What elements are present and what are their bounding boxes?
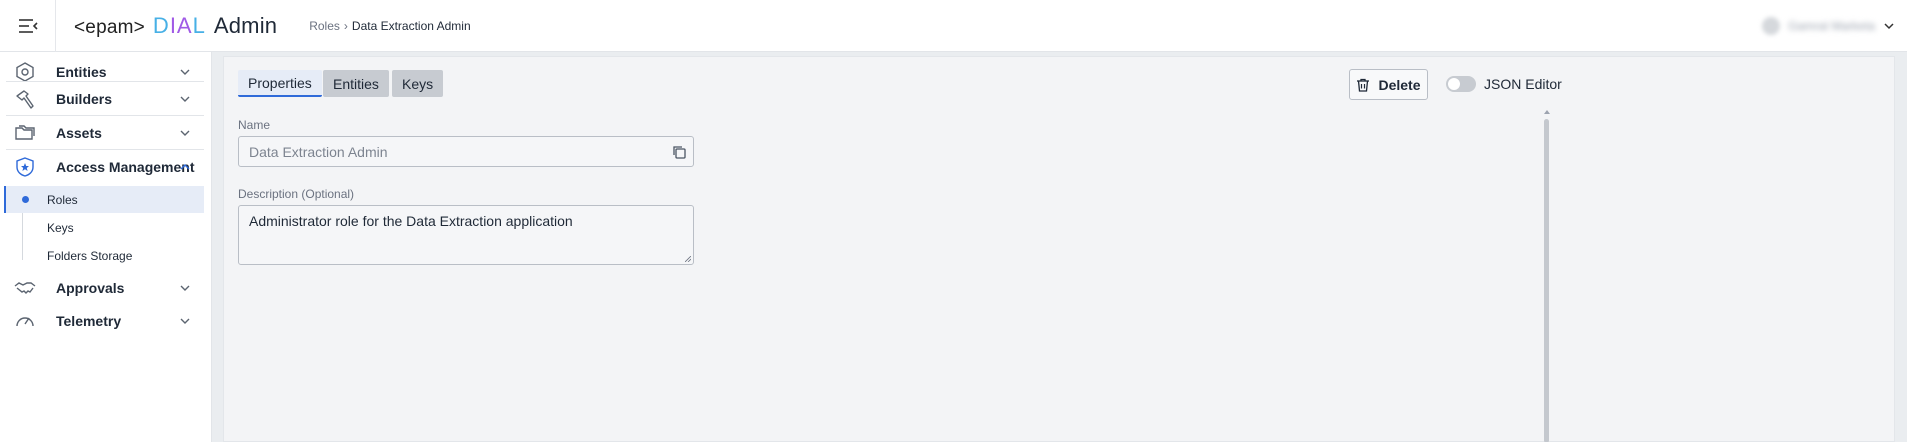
logo-dial: DIAL [153,13,206,39]
resize-handle-icon[interactable] [685,256,691,262]
breadcrumb-roles-link[interactable]: Roles [309,19,340,33]
sidebar: Entities Builders Assets Access Manageme… [0,52,212,442]
avatar [1762,17,1781,35]
description-value: Administrator role for the Data Extracti… [249,213,573,229]
sidebar-item-label: Access Management [56,159,195,175]
json-editor-label: JSON Editor [1484,76,1562,92]
menu-collapse-icon [18,18,38,33]
scrollbar[interactable] [1544,109,1550,442]
logo-dial-d: D [152,12,170,38]
name-field[interactable]: Data Extraction Admin [238,136,694,167]
chevron-up-icon [180,164,190,170]
delete-label: Delete [1378,76,1421,93]
collapse-menu-button[interactable] [0,0,56,52]
handshake-icon [14,277,36,299]
scroll-up-arrow-icon[interactable] [1544,109,1550,115]
sidebar-item-label: Telemetry [56,313,122,329]
sidebar-subitem-label: Keys [47,220,74,235]
breadcrumb: Roles › Data Extraction Admin [309,19,470,33]
main-panel: Properties Entities Keys Name Data Extra… [223,56,1895,442]
user-name: Gamrat Marketa [1788,19,1875,33]
name-value: Data Extraction Admin [249,143,388,160]
sidebar-subitem-label: Roles [47,192,78,207]
description-field[interactable]: Administrator role for the Data Extracti… [238,205,694,265]
active-dot-icon [22,196,29,203]
logo-epam: <epam> [74,16,145,38]
user-menu[interactable]: Gamrat Marketa [1762,0,1895,52]
sidebar-subitem-keys[interactable]: Keys [4,214,204,241]
shield-star-icon [14,156,36,178]
sidebar-item-label: Approvals [56,280,125,296]
sidebar-item-access-management[interactable]: Access Management [0,147,204,187]
tab-label: Properties [248,74,312,91]
description-label: Description (Optional) [238,187,355,201]
sidebar-item-label: Assets [56,125,102,141]
sidebar-subitem-folders-storage[interactable]: Folders Storage [4,242,204,269]
logo-dial-l: L [192,12,206,38]
chevron-down-icon [1884,23,1894,30]
tab-keys[interactable]: Keys [392,70,444,97]
sidebar-item-label: Builders [56,91,113,107]
delete-button[interactable]: Delete [1349,69,1428,100]
json-editor-toggle-group: JSON Editor [1446,76,1562,92]
tab-entities[interactable]: Entities [323,70,389,97]
breadcrumb-separator-icon: › [343,18,348,33]
chevron-down-icon [180,69,190,75]
app-logo[interactable]: <epam> DIAL Admin [74,13,277,39]
copy-icon[interactable] [671,144,687,160]
scrollbar-thumb[interactable] [1544,119,1549,442]
sidebar-subitem-label: Folders Storage [47,248,133,263]
toggle-knob [1448,78,1460,90]
logo-admin: Admin [213,12,278,38]
gauge-icon [14,310,36,332]
breadcrumb-current: Data Extraction Admin [351,18,471,33]
name-label: Name [238,118,271,132]
sidebar-item-telemetry[interactable]: Telemetry [0,301,204,341]
trash-icon [1357,78,1370,92]
hammer-icon [14,88,36,110]
tab-label: Keys [402,75,434,92]
sidebar-subitem-roles[interactable]: Roles [4,186,204,213]
chevron-down-icon [180,130,190,136]
folders-icon [14,122,36,144]
tab-label: Entities [333,75,379,92]
sidebar-item-label: Entities [56,64,107,80]
top-bar: <epam> DIAL Admin Roles › Data Extractio… [0,0,1907,52]
json-editor-toggle[interactable] [1446,76,1476,92]
chevron-down-icon [180,285,190,291]
chevron-down-icon [180,318,190,324]
logo-dial-ai: IA [169,12,193,38]
chevron-down-icon [180,96,190,102]
tab-properties[interactable]: Properties [238,70,322,97]
